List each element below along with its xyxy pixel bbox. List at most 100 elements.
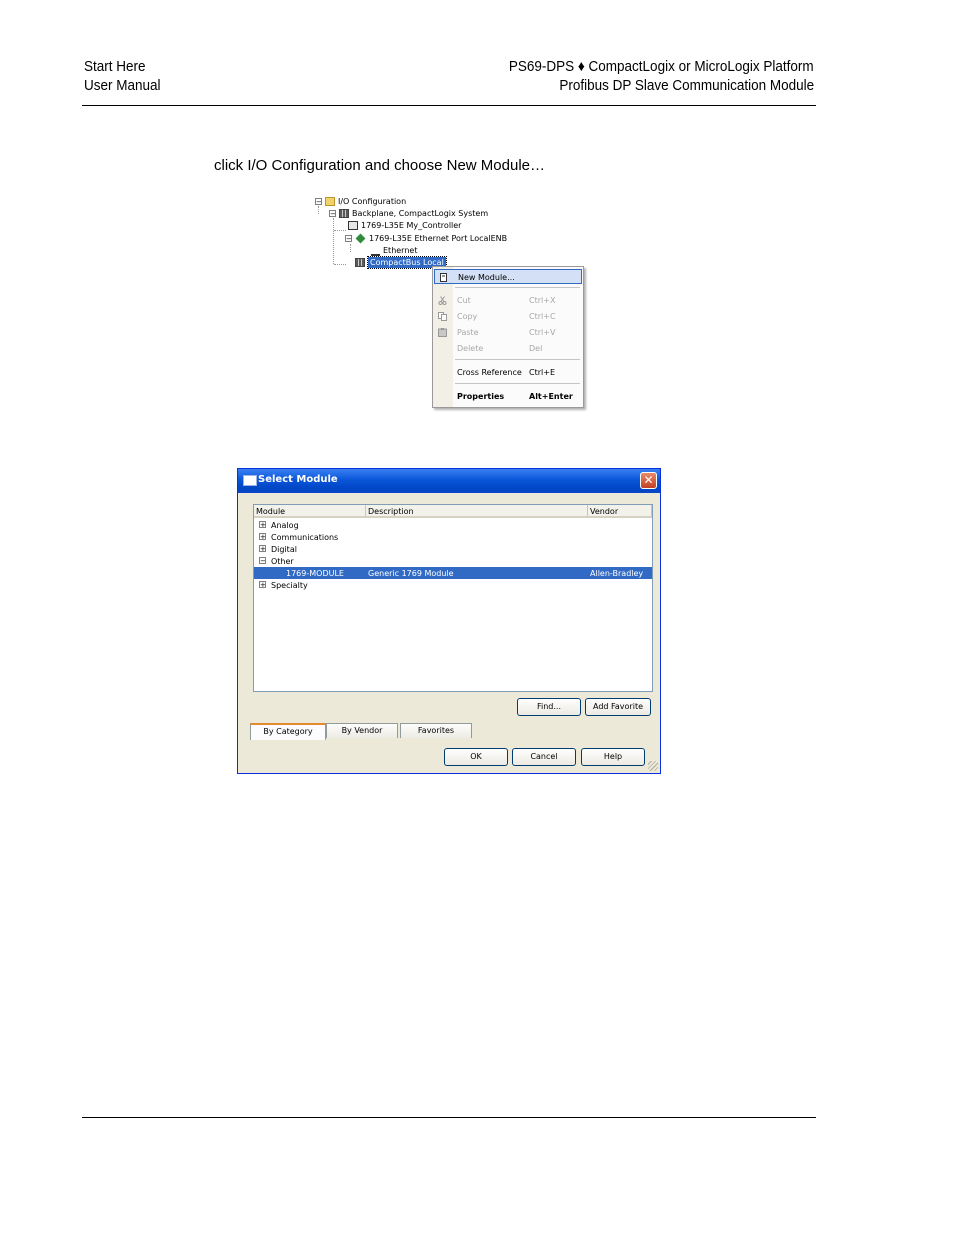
tree-label: 1769-L35E Ethernet Port LocalENB [369,234,508,243]
menu-item-shortcut: Ctrl+V [529,328,556,337]
column-label: Vendor [590,507,619,516]
menu-item-copy[interactable]: Copy Ctrl+C [434,309,582,324]
collapse-icon[interactable]: − [329,210,336,218]
controller-icon [348,221,358,230]
tree-label: 1769-L35E My_Controller [361,221,462,230]
menu-item-label: Paste [457,328,479,337]
expand-icon[interactable]: + [259,545,266,553]
module-list[interactable]: Module Description Vendor + Analog + Com… [253,504,653,692]
collapse-icon[interactable]: − [315,198,322,206]
clipboard-icon [438,328,447,337]
ethernet-port-icon [355,233,366,244]
tree-node-ethernet[interactable]: Ethernet [371,245,417,256]
expand-icon[interactable]: + [259,533,266,541]
list-row-communications[interactable]: + Communications [254,531,652,543]
menu-item-cross-reference[interactable]: Cross Reference Ctrl+E [434,365,582,380]
header-left-title: Start Here [84,58,146,75]
close-button[interactable]: ✕ [640,472,657,489]
list-row-digital[interactable]: + Digital [254,543,652,555]
list-row-1769-module[interactable]: 1769-MODULE Generic 1769 Module Allen-Br… [254,567,652,579]
dialog-title: Select Module [258,474,338,485]
select-module-dialog: Select Module ✕ Module Description Vendo… [237,468,661,774]
menu-separator [455,383,580,384]
tree-connector [334,230,346,231]
module-name: Specialty [271,581,308,590]
help-button[interactable]: Help [581,748,645,766]
header-rule [82,105,816,106]
io-configuration-tree: − I/O Configuration − Backplane, Compact… [312,194,592,274]
tree-node-ethernet-port[interactable]: − 1769-L35E Ethernet Port LocalENB [345,233,507,244]
expand-icon[interactable]: + [259,521,266,529]
tab-favorites[interactable]: Favorites [400,723,472,738]
resize-grip-icon[interactable] [648,761,658,771]
menu-item-label: Properties [457,392,505,401]
header-right-subtitle: Profibus DP Slave Communication Module [559,77,814,94]
tab-by-vendor[interactable]: By Vendor [326,723,398,738]
menu-item-label: Cut [457,296,471,305]
column-header-vendor[interactable]: Vendor [588,505,652,518]
chassis-icon [339,209,349,218]
tree-label: Backplane, CompactLogix System [352,209,489,218]
copy-icon [438,312,447,321]
instruction-text: click I/O Configuration and choose New M… [214,157,545,174]
chassis-icon [355,258,365,267]
column-header-description[interactable]: Description [366,505,588,518]
scissors-icon [438,296,447,305]
menu-item-shortcut: Ctrl+X [529,296,556,305]
tab-by-category[interactable]: By Category [250,723,326,740]
new-module-icon [440,273,447,282]
module-vendor: Allen-Bradley [590,569,644,578]
menu-item-cut[interactable]: Cut Ctrl+X [434,293,582,308]
ok-button[interactable]: OK [444,748,508,766]
network-icon [371,246,380,256]
menu-item-paste[interactable]: Paste Ctrl+V [434,325,582,340]
header-right-title: PS69-DPS ♦ CompactLogix or MicroLogix Pl… [509,58,814,75]
tree-connector [334,264,346,265]
menu-separator [455,359,580,360]
module-name: Communications [271,533,339,542]
menu-item-delete[interactable]: Delete Del [434,341,582,356]
tree-connector [318,206,319,214]
list-row-analog[interactable]: + Analog [254,519,652,531]
tree-node-backplane[interactable]: − Backplane, CompactLogix System [329,208,488,219]
header-left-subtitle: User Manual [84,77,161,94]
footer-rule [82,1117,816,1118]
module-description: Generic 1769 Module [368,569,454,578]
tree-node-io-configuration[interactable]: − I/O Configuration [315,196,406,207]
menu-item-label: Cross Reference [457,368,522,377]
column-label: Module [256,507,286,516]
menu-item-label: Copy [457,312,478,321]
context-menu: New Module... Cut Ctrl+X Copy Ctrl+C Pas… [432,266,584,408]
window-icon [243,475,257,486]
tree-node-controller[interactable]: 1769-L35E My_Controller [348,220,461,231]
menu-item-shortcut: Ctrl+C [529,312,556,321]
menu-item-label: Delete [457,344,484,353]
menu-separator [455,287,580,288]
module-name: 1769-MODULE [286,569,344,578]
menu-item-shortcut: Alt+Enter [529,392,573,401]
column-header-module[interactable]: Module [254,505,366,518]
add-favorite-button[interactable]: Add Favorite [585,698,651,716]
list-row-specialty[interactable]: + Specialty [254,579,652,591]
tree-connector [333,218,334,264]
tree-connector [350,244,351,252]
column-label: Description [368,507,414,516]
menu-item-new-module[interactable]: New Module... [434,269,582,284]
menu-item-shortcut: Del [529,344,543,353]
menu-item-properties[interactable]: Properties Alt+Enter [434,389,582,404]
dialog-titlebar[interactable]: Select Module ✕ [238,469,660,493]
cancel-button[interactable]: Cancel [512,748,576,766]
menu-item-label: New Module... [458,273,515,282]
module-name: Analog [271,521,299,530]
collapse-icon[interactable]: − [259,557,266,565]
collapse-icon[interactable]: − [345,235,352,243]
tree-label: I/O Configuration [338,197,407,206]
list-row-other[interactable]: − Other [254,555,652,567]
expand-icon[interactable]: + [259,581,266,589]
tree-label: Ethernet [383,246,418,255]
find-button[interactable]: Find... [517,698,581,716]
module-name: Other [271,557,294,566]
module-name: Digital [271,545,297,554]
menu-item-shortcut: Ctrl+E [529,368,555,377]
folder-icon [325,197,335,206]
